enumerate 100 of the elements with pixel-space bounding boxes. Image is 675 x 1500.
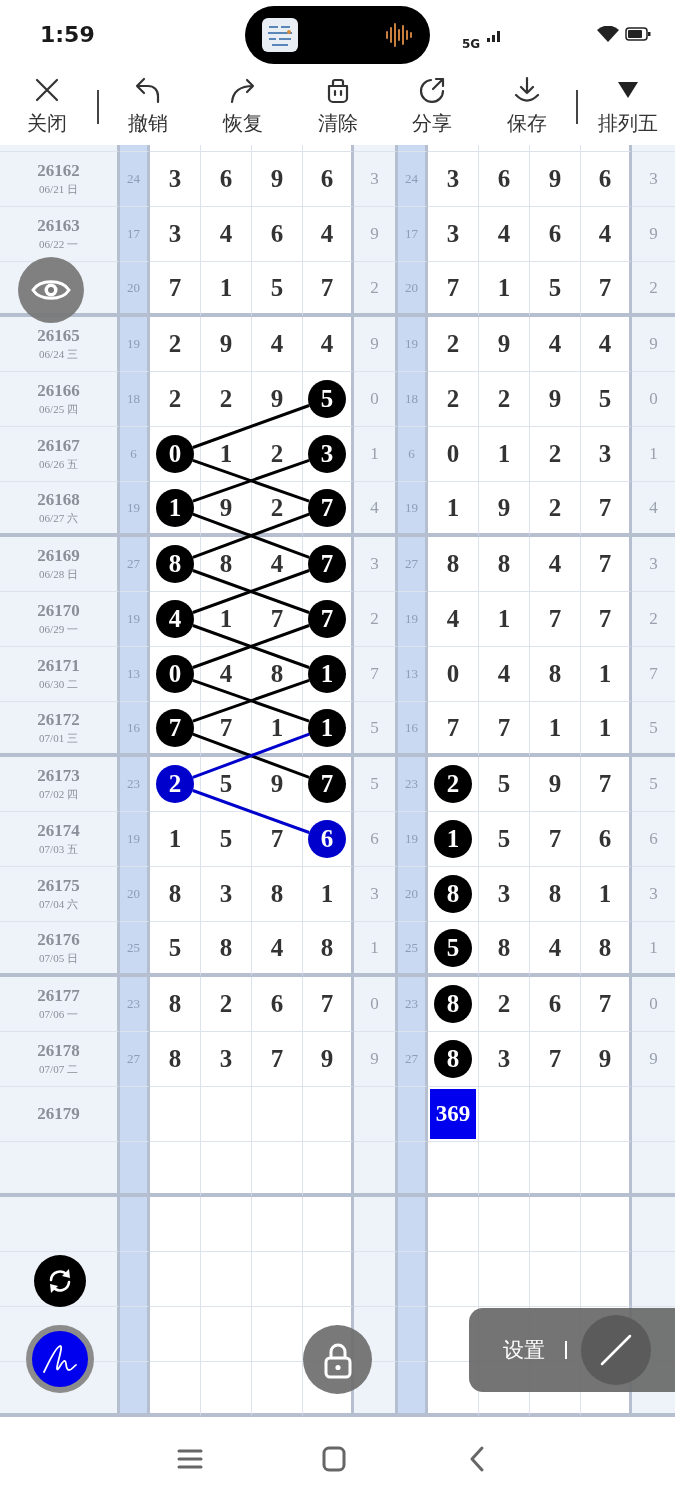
- table-cell: 7: [530, 592, 581, 647]
- table-cell: 9: [252, 757, 303, 812]
- draw-date: 07/06 一: [39, 1007, 78, 1022]
- table-cell: [530, 1197, 581, 1252]
- table-cell: 4: [530, 922, 581, 977]
- table-cell: 8: [150, 867, 201, 922]
- table-cell: 7: [530, 812, 581, 867]
- table-cell: 1: [632, 427, 675, 482]
- table-cell: 17: [120, 207, 150, 262]
- draw-date: 07/04 六: [39, 897, 78, 912]
- table-cell: 19: [398, 812, 428, 867]
- table-cell: 5: [581, 372, 632, 427]
- circled-digit: 2: [156, 765, 194, 803]
- draw-date: 06/21 日: [39, 182, 78, 197]
- table-cell: 9: [354, 317, 398, 372]
- period-number: 26170: [37, 601, 80, 621]
- table-cell: 4: [201, 207, 252, 262]
- table-cell: [252, 1362, 303, 1417]
- table-cell: 20: [120, 867, 150, 922]
- period-number: 26179: [37, 1104, 80, 1124]
- table-cell: [581, 1142, 632, 1197]
- period-number: 26177: [37, 986, 80, 1006]
- table-cell: [398, 1142, 428, 1197]
- period-number: 26168: [37, 489, 80, 510]
- table-cell: 1: [479, 427, 530, 482]
- table-cell: 7: [428, 262, 479, 317]
- table-cell: [398, 1307, 428, 1362]
- table-cell: 3: [479, 1032, 530, 1087]
- table-cell: 20: [120, 262, 150, 317]
- table-cell: 24: [398, 152, 428, 207]
- highlighted-number: 369: [430, 1089, 476, 1139]
- lottery-type-dropdown[interactable]: 排列五: [580, 68, 675, 145]
- table-cell: [354, 1142, 398, 1197]
- share-button[interactable]: 分享: [384, 68, 480, 145]
- table-cell: 6: [398, 427, 428, 482]
- table-cell: 19: [120, 482, 150, 537]
- table-cell: [354, 1087, 398, 1142]
- table-cell: [150, 1362, 201, 1417]
- table-cell: 8: [479, 537, 530, 592]
- table-cell: 18: [120, 372, 150, 427]
- period-number: 26174: [37, 821, 80, 841]
- table-cell: 3: [632, 867, 675, 922]
- table-cell: [150, 1307, 201, 1362]
- table-cell: [530, 1252, 581, 1307]
- table-cell: 6: [201, 152, 252, 207]
- draw-date: 07/02 四: [39, 787, 78, 802]
- table-cell: 2: [354, 262, 398, 317]
- table-cell: [530, 1087, 581, 1142]
- table-cell: [632, 1252, 675, 1307]
- circled-digit: 6: [308, 820, 346, 858]
- table-cell: 7: [354, 647, 398, 702]
- table-cell: 4: [303, 317, 354, 372]
- table-cell: 16: [398, 702, 428, 757]
- close-button[interactable]: 关闭: [0, 68, 95, 145]
- table-cell: 2: [530, 427, 581, 482]
- table-cell: 19: [120, 592, 150, 647]
- table-cell: 8: [479, 922, 530, 977]
- undo-button[interactable]: 撤销: [100, 68, 196, 145]
- table-cell: 1: [581, 647, 632, 702]
- clear-button[interactable]: 清除: [290, 68, 385, 145]
- table-cell: [581, 1252, 632, 1307]
- redo-button[interactable]: 恢复: [195, 68, 291, 145]
- draw-date: 06/22 一: [39, 237, 78, 252]
- settings-button[interactable]: 设置: [503, 1336, 545, 1364]
- table-cell: 1: [581, 702, 632, 757]
- draw-date: 07/05 日: [39, 950, 78, 966]
- table-cell: 6: [530, 207, 581, 262]
- circled-digit: 1: [308, 655, 346, 693]
- table-cell: 1: [150, 812, 201, 867]
- table-cell: 1: [530, 702, 581, 757]
- table-cell: 5: [201, 812, 252, 867]
- table-cell: 19: [120, 812, 150, 867]
- period-number: 26165: [37, 326, 80, 346]
- eye-icon: [31, 277, 71, 303]
- table-cell: [479, 1252, 530, 1307]
- save-button[interactable]: 保存: [479, 68, 575, 145]
- table-cell: 3: [150, 207, 201, 262]
- table-cell: 2: [428, 372, 479, 427]
- period-number: 26173: [37, 766, 80, 786]
- table-cell: 7: [252, 1032, 303, 1087]
- period-number: 26178: [37, 1041, 80, 1061]
- caret-icon: [617, 82, 638, 98]
- table-cell: [120, 1252, 150, 1307]
- notification-pill[interactable]: [245, 6, 430, 64]
- table-cell: 4: [581, 207, 632, 262]
- circled-digit: 3: [308, 435, 346, 473]
- table-cell: 7: [581, 977, 632, 1032]
- period-number: 26166: [37, 381, 80, 401]
- table-cell: 27: [120, 1032, 150, 1087]
- table-cell: 6: [530, 977, 581, 1032]
- redo-icon: [228, 76, 257, 104]
- draw-date: 06/27 六: [39, 510, 78, 526]
- table-cell: [398, 1087, 428, 1142]
- table-cell: [398, 1362, 428, 1417]
- table-cell: 6: [479, 152, 530, 207]
- table-cell: 4: [252, 317, 303, 372]
- table-cell: 3: [201, 867, 252, 922]
- table-cell: 20: [398, 262, 428, 317]
- table-cell: [303, 1087, 354, 1142]
- circled-digit: 2: [434, 765, 472, 803]
